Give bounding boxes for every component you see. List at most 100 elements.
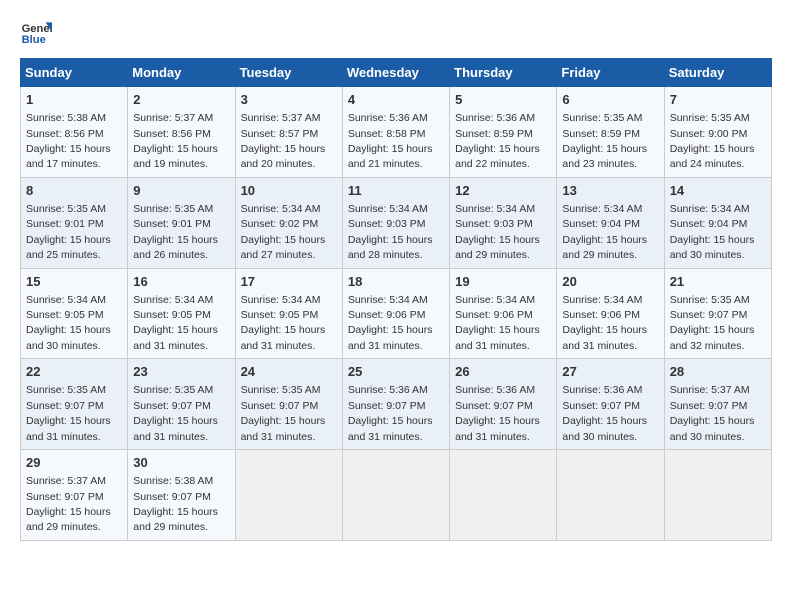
day-number: 27 <box>562 363 658 381</box>
day-info: Sunrise: 5:35 AMSunset: 9:01 PMDaylight:… <box>133 203 218 261</box>
day-number: 18 <box>348 273 444 291</box>
day-info: Sunrise: 5:36 AMSunset: 8:58 PMDaylight:… <box>348 112 433 170</box>
day-info: Sunrise: 5:34 AMSunset: 9:05 PMDaylight:… <box>133 294 218 352</box>
day-number: 22 <box>26 363 122 381</box>
header-thursday: Thursday <box>450 59 557 87</box>
day-info: Sunrise: 5:36 AMSunset: 9:07 PMDaylight:… <box>348 384 433 442</box>
calendar-cell: 28 Sunrise: 5:37 AMSunset: 9:07 PMDaylig… <box>664 359 771 450</box>
calendar-cell: 17 Sunrise: 5:34 AMSunset: 9:05 PMDaylig… <box>235 268 342 359</box>
calendar-cell: 11 Sunrise: 5:34 AMSunset: 9:03 PMDaylig… <box>342 177 449 268</box>
day-info: Sunrise: 5:37 AMSunset: 8:56 PMDaylight:… <box>133 112 218 170</box>
day-number: 24 <box>241 363 337 381</box>
day-info: Sunrise: 5:35 AMSunset: 9:07 PMDaylight:… <box>26 384 111 442</box>
calendar-cell: 14 Sunrise: 5:34 AMSunset: 9:04 PMDaylig… <box>664 177 771 268</box>
day-info: Sunrise: 5:38 AMSunset: 8:56 PMDaylight:… <box>26 112 111 170</box>
calendar-cell: 27 Sunrise: 5:36 AMSunset: 9:07 PMDaylig… <box>557 359 664 450</box>
day-number: 1 <box>26 91 122 109</box>
day-number: 15 <box>26 273 122 291</box>
calendar-cell: 9 Sunrise: 5:35 AMSunset: 9:01 PMDayligh… <box>128 177 235 268</box>
calendar-cell <box>664 450 771 541</box>
day-info: Sunrise: 5:35 AMSunset: 9:07 PMDaylight:… <box>241 384 326 442</box>
day-number: 29 <box>26 454 122 472</box>
day-number: 7 <box>670 91 766 109</box>
calendar-cell: 4 Sunrise: 5:36 AMSunset: 8:58 PMDayligh… <box>342 87 449 178</box>
day-info: Sunrise: 5:34 AMSunset: 9:05 PMDaylight:… <box>26 294 111 352</box>
header-tuesday: Tuesday <box>235 59 342 87</box>
calendar-cell: 29 Sunrise: 5:37 AMSunset: 9:07 PMDaylig… <box>21 450 128 541</box>
calendar-cell: 25 Sunrise: 5:36 AMSunset: 9:07 PMDaylig… <box>342 359 449 450</box>
header-saturday: Saturday <box>664 59 771 87</box>
day-number: 4 <box>348 91 444 109</box>
svg-text:Blue: Blue <box>22 34 46 46</box>
header-friday: Friday <box>557 59 664 87</box>
calendar-cell: 6 Sunrise: 5:35 AMSunset: 8:59 PMDayligh… <box>557 87 664 178</box>
day-info: Sunrise: 5:38 AMSunset: 9:07 PMDaylight:… <box>133 475 218 533</box>
calendar-cell: 5 Sunrise: 5:36 AMSunset: 8:59 PMDayligh… <box>450 87 557 178</box>
day-info: Sunrise: 5:36 AMSunset: 9:07 PMDaylight:… <box>455 384 540 442</box>
day-info: Sunrise: 5:35 AMSunset: 9:07 PMDaylight:… <box>670 294 755 352</box>
day-number: 11 <box>348 182 444 200</box>
day-number: 9 <box>133 182 229 200</box>
day-info: Sunrise: 5:37 AMSunset: 8:57 PMDaylight:… <box>241 112 326 170</box>
day-info: Sunrise: 5:34 AMSunset: 9:02 PMDaylight:… <box>241 203 326 261</box>
day-info: Sunrise: 5:35 AMSunset: 9:07 PMDaylight:… <box>133 384 218 442</box>
calendar-cell <box>450 450 557 541</box>
day-number: 5 <box>455 91 551 109</box>
calendar-cell: 12 Sunrise: 5:34 AMSunset: 9:03 PMDaylig… <box>450 177 557 268</box>
day-info: Sunrise: 5:37 AMSunset: 9:07 PMDaylight:… <box>670 384 755 442</box>
calendar-row: 1 Sunrise: 5:38 AMSunset: 8:56 PMDayligh… <box>21 87 772 178</box>
calendar-cell: 30 Sunrise: 5:38 AMSunset: 9:07 PMDaylig… <box>128 450 235 541</box>
day-number: 12 <box>455 182 551 200</box>
day-info: Sunrise: 5:35 AMSunset: 8:59 PMDaylight:… <box>562 112 647 170</box>
calendar-cell: 16 Sunrise: 5:34 AMSunset: 9:05 PMDaylig… <box>128 268 235 359</box>
header: General Blue <box>20 16 772 48</box>
day-number: 6 <box>562 91 658 109</box>
day-number: 3 <box>241 91 337 109</box>
weekday-header-row: Sunday Monday Tuesday Wednesday Thursday… <box>21 59 772 87</box>
day-number: 23 <box>133 363 229 381</box>
day-info: Sunrise: 5:34 AMSunset: 9:05 PMDaylight:… <box>241 294 326 352</box>
calendar-cell: 10 Sunrise: 5:34 AMSunset: 9:02 PMDaylig… <box>235 177 342 268</box>
day-number: 19 <box>455 273 551 291</box>
calendar-cell: 3 Sunrise: 5:37 AMSunset: 8:57 PMDayligh… <box>235 87 342 178</box>
calendar-table: Sunday Monday Tuesday Wednesday Thursday… <box>20 58 772 541</box>
day-info: Sunrise: 5:36 AMSunset: 8:59 PMDaylight:… <box>455 112 540 170</box>
calendar-row: 15 Sunrise: 5:34 AMSunset: 9:05 PMDaylig… <box>21 268 772 359</box>
day-number: 2 <box>133 91 229 109</box>
day-number: 20 <box>562 273 658 291</box>
calendar-cell <box>342 450 449 541</box>
day-number: 8 <box>26 182 122 200</box>
day-info: Sunrise: 5:34 AMSunset: 9:04 PMDaylight:… <box>670 203 755 261</box>
day-number: 16 <box>133 273 229 291</box>
logo: General Blue <box>20 16 52 48</box>
calendar-cell: 13 Sunrise: 5:34 AMSunset: 9:04 PMDaylig… <box>557 177 664 268</box>
day-number: 26 <box>455 363 551 381</box>
day-number: 13 <box>562 182 658 200</box>
day-info: Sunrise: 5:37 AMSunset: 9:07 PMDaylight:… <box>26 475 111 533</box>
calendar-cell: 2 Sunrise: 5:37 AMSunset: 8:56 PMDayligh… <box>128 87 235 178</box>
calendar-cell: 15 Sunrise: 5:34 AMSunset: 9:05 PMDaylig… <box>21 268 128 359</box>
calendar-cell: 23 Sunrise: 5:35 AMSunset: 9:07 PMDaylig… <box>128 359 235 450</box>
day-info: Sunrise: 5:34 AMSunset: 9:03 PMDaylight:… <box>348 203 433 261</box>
day-number: 25 <box>348 363 444 381</box>
calendar-cell: 18 Sunrise: 5:34 AMSunset: 9:06 PMDaylig… <box>342 268 449 359</box>
calendar-row: 8 Sunrise: 5:35 AMSunset: 9:01 PMDayligh… <box>21 177 772 268</box>
calendar-row: 22 Sunrise: 5:35 AMSunset: 9:07 PMDaylig… <box>21 359 772 450</box>
day-info: Sunrise: 5:34 AMSunset: 9:06 PMDaylight:… <box>348 294 433 352</box>
header-monday: Monday <box>128 59 235 87</box>
day-number: 17 <box>241 273 337 291</box>
day-info: Sunrise: 5:34 AMSunset: 9:04 PMDaylight:… <box>562 203 647 261</box>
day-number: 14 <box>670 182 766 200</box>
calendar-cell <box>235 450 342 541</box>
calendar-cell: 21 Sunrise: 5:35 AMSunset: 9:07 PMDaylig… <box>664 268 771 359</box>
calendar-row: 29 Sunrise: 5:37 AMSunset: 9:07 PMDaylig… <box>21 450 772 541</box>
day-info: Sunrise: 5:35 AMSunset: 9:01 PMDaylight:… <box>26 203 111 261</box>
day-info: Sunrise: 5:34 AMSunset: 9:06 PMDaylight:… <box>562 294 647 352</box>
day-info: Sunrise: 5:34 AMSunset: 9:06 PMDaylight:… <box>455 294 540 352</box>
calendar-cell <box>557 450 664 541</box>
calendar-cell: 8 Sunrise: 5:35 AMSunset: 9:01 PMDayligh… <box>21 177 128 268</box>
day-number: 30 <box>133 454 229 472</box>
calendar-cell: 22 Sunrise: 5:35 AMSunset: 9:07 PMDaylig… <box>21 359 128 450</box>
calendar-cell: 24 Sunrise: 5:35 AMSunset: 9:07 PMDaylig… <box>235 359 342 450</box>
logo-icon: General Blue <box>20 16 52 48</box>
